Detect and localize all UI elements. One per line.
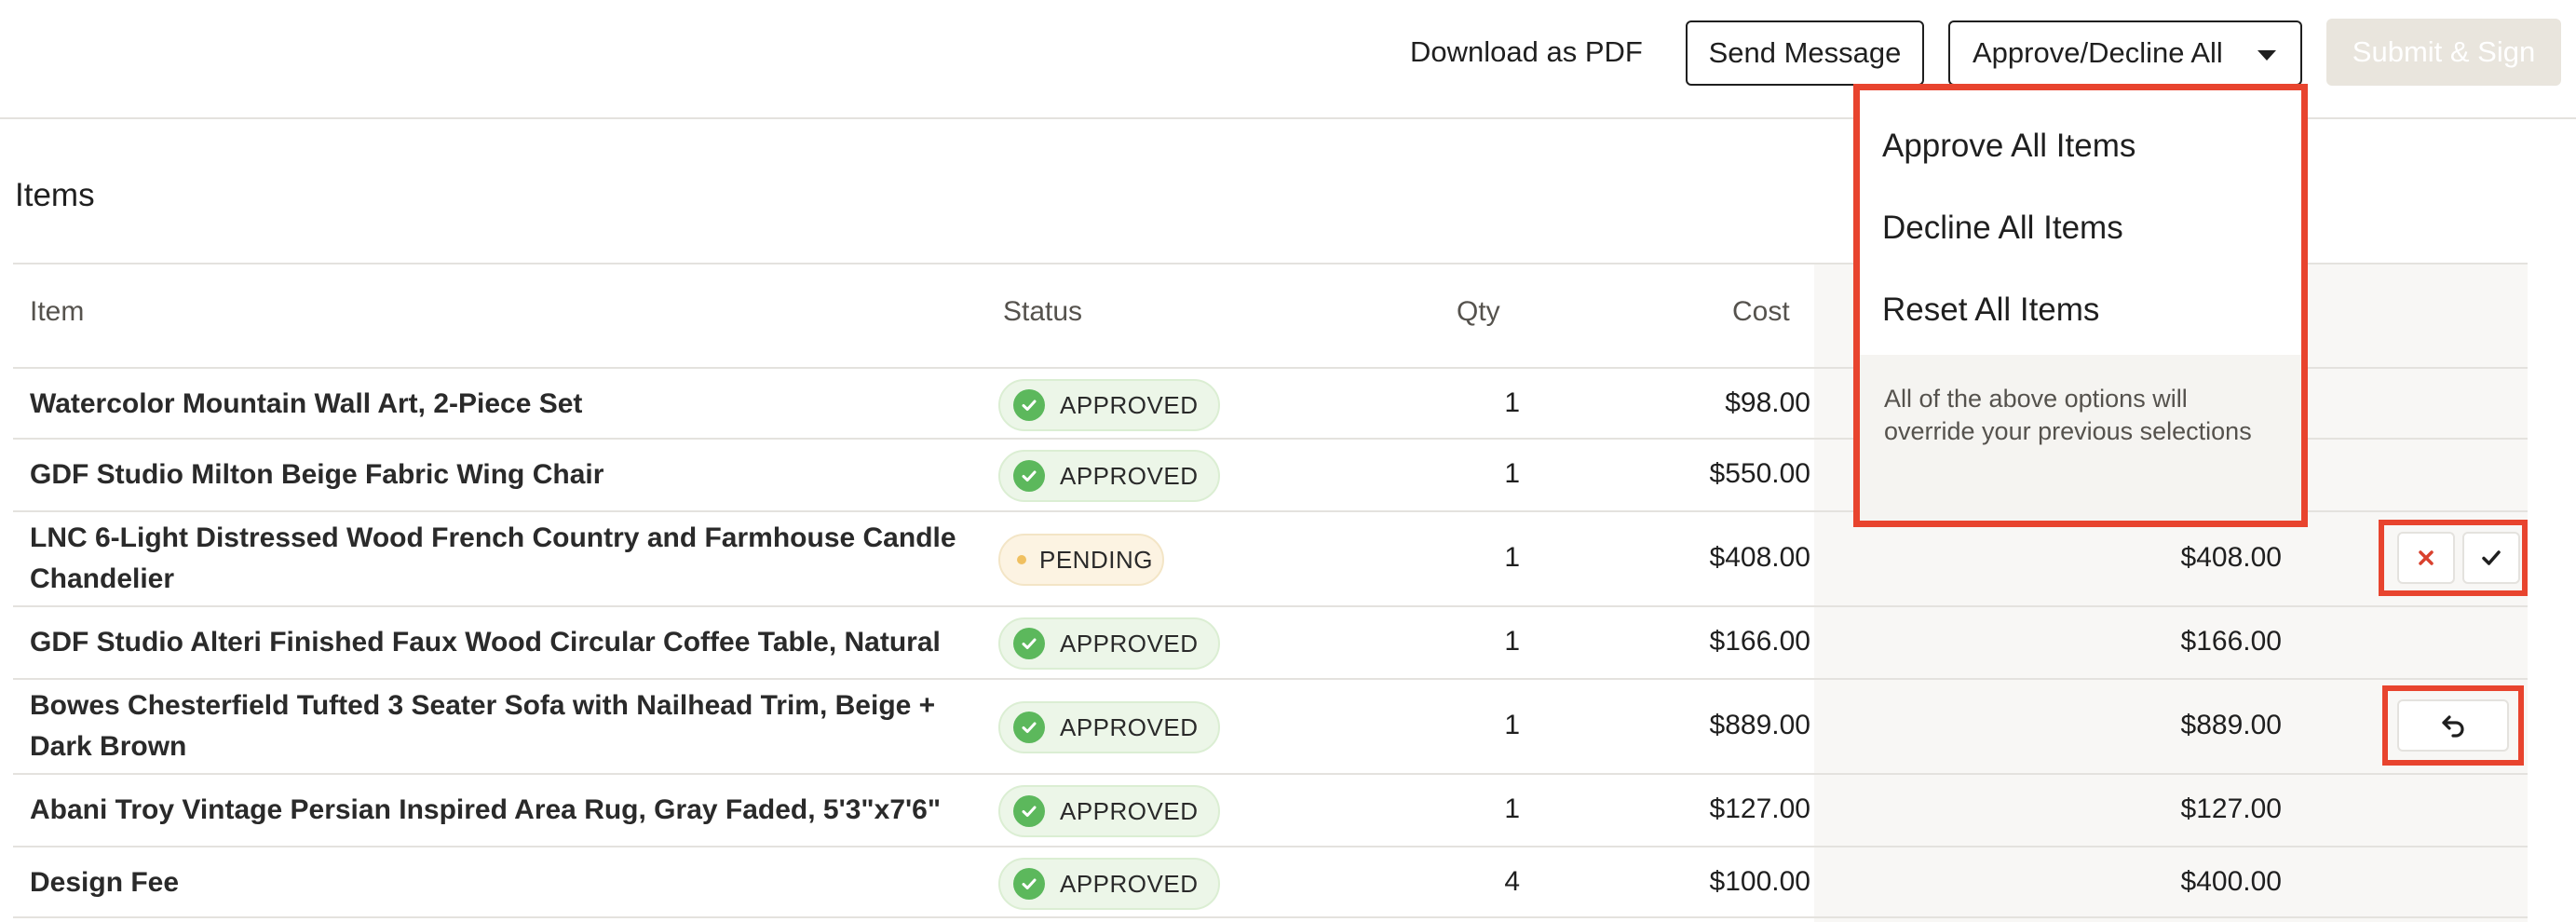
cost-value: $408.00 — [1709, 542, 1810, 573]
check-circle-icon — [1013, 712, 1045, 743]
download-pdf-link[interactable]: Download as PDF — [1410, 32, 1643, 73]
decline-all-items-option[interactable]: Decline All Items — [1882, 210, 2123, 247]
approve-decline-all-label: Approve/Decline All — [1973, 36, 2223, 69]
column-header-qty: Qty — [1457, 296, 1500, 327]
items-section-title: Items — [15, 177, 95, 213]
approve-decline-dropdown: Approve All Items Decline All Items Rese… — [1853, 84, 2308, 527]
status-label: PENDING — [1039, 545, 1153, 574]
status-label: APPROVED — [1060, 461, 1199, 490]
qty-value: 1 — [1504, 793, 1520, 824]
submit-sign-button[interactable]: Submit & Sign — [2326, 19, 2561, 86]
send-message-button[interactable]: Send Message — [1686, 20, 1924, 86]
column-header-status: Status — [1003, 296, 1083, 327]
approve-all-items-option[interactable]: Approve All Items — [1882, 128, 2135, 165]
close-icon — [2419, 550, 2434, 565]
status-badge: PENDING — [998, 534, 1164, 586]
total-value: $889.00 — [2180, 710, 2282, 740]
cost-value: $100.00 — [1709, 866, 1810, 897]
status-badge: APPROVED — [998, 785, 1220, 837]
status-label: APPROVED — [1060, 712, 1199, 741]
item-name: GDF Studio Alteri Finished Faux Wood Cir… — [30, 627, 941, 658]
item-name: Design Fee — [30, 867, 180, 898]
check-icon — [2482, 550, 2501, 565]
check-circle-icon — [1013, 628, 1045, 659]
item-name: LNC 6-Light Distressed Wood French Count… — [30, 522, 956, 594]
cost-value: $98.00 — [1725, 387, 1810, 418]
cost-value: $127.00 — [1709, 793, 1810, 824]
table-row: Bowes Chesterfield Tufted 3 Seater Sofa … — [13, 678, 2528, 773]
cost-value: $889.00 — [1709, 710, 1810, 740]
status-badge: APPROVED — [998, 701, 1220, 753]
cost-value: $166.00 — [1709, 626, 1810, 657]
item-name: Abani Troy Vintage Persian Inspired Area… — [30, 794, 942, 825]
total-value: $408.00 — [2180, 542, 2282, 573]
qty-value: 1 — [1504, 542, 1520, 573]
qty-value: 1 — [1504, 626, 1520, 657]
qty-value: 1 — [1504, 710, 1520, 740]
dropdown-note-text: All of the above options will override y… — [1884, 385, 2252, 445]
reset-item-button[interactable] — [2397, 699, 2509, 752]
column-header-item: Item — [30, 296, 85, 327]
table-row: Abani Troy Vintage Persian Inspired Area… — [13, 773, 2528, 846]
decline-item-button[interactable] — [2397, 532, 2455, 584]
dot-icon — [1017, 555, 1026, 564]
undo-icon — [2442, 715, 2464, 738]
status-badge: APPROVED — [998, 379, 1220, 431]
item-name: GDF Studio Milton Beige Fabric Wing Chai… — [30, 459, 604, 490]
table-row: GDF Studio Alteri Finished Faux Wood Cir… — [13, 605, 2528, 678]
table-row: Design Fee APPROVED 4 $100.00 $400.00 — [13, 846, 2528, 918]
status-badge: APPROVED — [998, 858, 1220, 910]
status-badge: APPROVED — [998, 450, 1220, 502]
check-circle-icon — [1013, 868, 1045, 900]
cost-value: $550.00 — [1709, 458, 1810, 489]
item-name: Watercolor Mountain Wall Art, 2-Piece Se… — [30, 388, 583, 419]
total-value: $166.00 — [2180, 626, 2282, 657]
qty-value: 1 — [1504, 387, 1520, 418]
qty-value: 4 — [1504, 866, 1520, 897]
pending-row-actions — [2379, 520, 2528, 596]
column-header-cost: Cost — [1732, 296, 1790, 327]
chevron-down-icon — [2257, 50, 2276, 61]
status-label: APPROVED — [1060, 869, 1199, 898]
dropdown-note: All of the above options will override y… — [1860, 355, 2301, 521]
total-value: $127.00 — [2180, 793, 2282, 824]
approve-item-button[interactable] — [2462, 532, 2520, 584]
check-circle-icon — [1013, 389, 1045, 421]
approved-row-actions — [2382, 685, 2524, 766]
check-circle-icon — [1013, 795, 1045, 827]
send-message-label: Send Message — [1708, 36, 1902, 69]
item-name: Bowes Chesterfield Tufted 3 Seater Sofa … — [30, 690, 936, 762]
status-badge: APPROVED — [998, 617, 1220, 670]
total-value: $400.00 — [2180, 866, 2282, 897]
status-label: APPROVED — [1060, 390, 1199, 419]
reset-all-items-option[interactable]: Reset All Items — [1882, 292, 2099, 329]
submit-sign-label: Submit & Sign — [2352, 35, 2536, 68]
status-label: APPROVED — [1060, 629, 1199, 658]
qty-value: 1 — [1504, 458, 1520, 489]
check-circle-icon — [1013, 460, 1045, 492]
status-label: APPROVED — [1060, 796, 1199, 825]
approve-decline-all-button[interactable]: Approve/Decline All — [1948, 20, 2302, 86]
